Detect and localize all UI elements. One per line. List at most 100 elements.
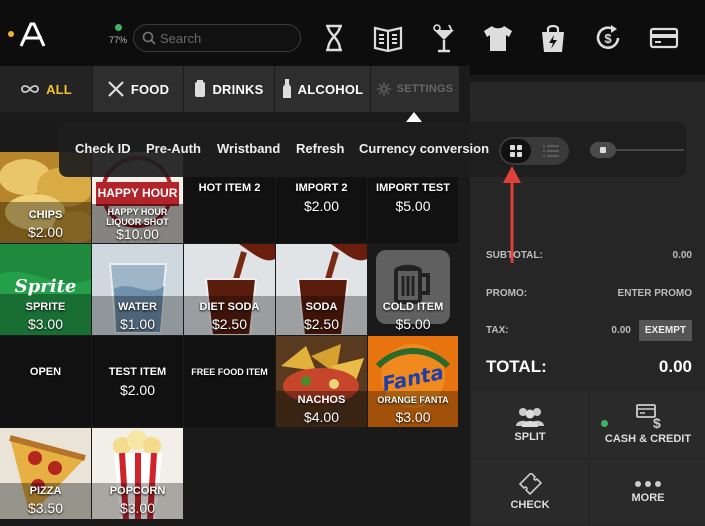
total-label: TOTAL: [486,357,547,376]
search-icon [142,31,156,45]
sprite-logo-text: Sprite [14,276,77,297]
currency-conversion-option[interactable]: Currency conversion [359,141,489,156]
pre-auth-option[interactable]: Pre-Auth [146,141,201,156]
check-label: CHECK [510,499,550,511]
product-price: $5.00 [395,198,431,214]
exempt-button[interactable]: EXEMPT [638,320,692,341]
tab-alcohol[interactable]: ALCOHOL [275,66,370,112]
tab-food[interactable]: FOOD [93,66,183,112]
total-value: 0.00 [658,357,692,376]
product-name: ORANGE FANTA [377,395,449,405]
product-name: NACHOS [297,394,346,406]
popover-caret [406,112,422,122]
battery-dot [115,24,122,31]
product-name: DIET SODA [199,301,260,313]
tax-value: 0.00 [611,325,631,336]
product-name: IMPORT TEST [376,182,450,194]
product-tile[interactable]: TEST ITEM $2.00 [92,336,183,427]
dollar-refresh-icon[interactable]: $ [590,20,626,56]
tax-label: TAX: [486,325,509,336]
product-name: SPRITE [25,301,66,313]
enter-promo-button[interactable]: ENTER PROMO [618,288,692,299]
view-toggle[interactable] [499,137,569,165]
grid-icon [510,145,522,157]
wristband-option[interactable]: Wristband [217,141,280,156]
product-price: $2.00 [303,198,340,214]
product-name: TEST ITEM [108,366,167,378]
product-name: WATER [118,301,157,313]
subtotal-value: 0.00 [672,250,692,261]
cash-credit-label: CASH & CREDIT [604,433,692,445]
promo-row: PROMO: ENTER PROMO [486,288,692,299]
tax-row: TAX: 0.00 EXEMPT [486,320,692,341]
total-row: TOTAL: 0.00 [486,357,692,377]
check-id-option[interactable]: Check ID [75,141,131,156]
tab-drinks[interactable]: DRINKS [184,66,274,112]
product-tile[interactable]: COLD ITEM $5.00 [368,244,458,335]
cocktail-icon[interactable] [426,20,462,56]
product-price: $2.00 [27,224,64,240]
product-tile[interactable]: FREE FOOD ITEM [184,336,275,427]
product-tile[interactable]: Fanta ORANGE FANTA $3.00 [368,336,458,427]
product-tile[interactable]: OPEN [0,336,91,427]
search-box[interactable] [133,24,301,52]
product-price: $2.50 [303,316,340,332]
product-name: HOT ITEM 2 [198,182,261,194]
tab-all-label: ALL [46,81,72,97]
svg-text:$: $ [653,415,661,429]
search-input[interactable] [160,28,295,48]
list-view-button[interactable] [537,139,565,163]
tab-food-label: FOOD [130,81,170,97]
split-label: SPLIT [514,431,546,443]
card-icon[interactable] [646,20,682,56]
product-price: $4.00 [303,409,340,425]
promo-label: PROMO: [486,288,528,299]
product-tile[interactable]: DIET SODA $2.50 [184,244,275,335]
happy-hour-logo-text: HAPPY HOUR [97,186,178,200]
status-dot [8,31,14,37]
more-button[interactable]: MORE [590,459,705,525]
bag-icon[interactable] [535,20,571,56]
product-price: $3.00 [27,316,64,332]
product-tile[interactable]: SODA $2.50 [276,244,367,335]
cash-card-icon: $ [636,404,661,429]
product-name: IMPORT 2 [295,182,348,194]
hourglass-icon[interactable] [316,20,352,56]
utensils-icon [108,81,124,97]
product-name: COLD ITEM [382,301,444,313]
product-name: CHIPS [28,209,63,221]
split-button[interactable]: SPLIT [472,391,588,457]
check-button[interactable]: CHECK [472,459,588,525]
product-price: $3.00 [395,409,431,425]
app-logo[interactable] [8,22,48,52]
tab-all[interactable]: ALL [0,66,92,112]
ticket-icon [518,473,543,495]
tab-drinks-label: DRINKS [212,81,264,97]
tshirt-icon[interactable] [480,20,516,56]
book-icon[interactable] [370,20,406,56]
tab-settings[interactable]: SETTINGS [371,66,459,112]
gear-icon [376,82,391,96]
tile-size-slider[interactable] [588,140,684,160]
battery-indicator: 77% [108,24,134,50]
slider-thumb[interactable] [590,142,616,158]
product-tile[interactable]: Sprite SPRITE $3.00 [0,244,91,335]
bottle-icon [282,79,291,98]
product-tile[interactable]: PIZZA $3.50 [0,428,91,519]
product-tile[interactable]: WATER $1.00 [92,244,183,335]
grid-view-button[interactable] [501,139,531,163]
product-price: $2.50 [211,316,248,332]
more-dots-icon [635,481,661,487]
cash-status-dot [601,420,608,427]
product-name: FREE FOOD ITEM [191,367,268,377]
refresh-option[interactable]: Refresh [296,141,344,156]
product-name: PIZZA [29,485,62,497]
product-name: SODA [305,301,338,313]
product-price: $10.00 [116,226,159,242]
list-icon [543,145,559,157]
product-tile[interactable]: NACHOS $4.00 [276,336,367,427]
product-tile[interactable]: POPCORN $3.00 [92,428,183,519]
product-price: $1.00 [119,316,156,332]
top-bar: 77% $ [0,0,705,75]
product-name: OPEN [29,366,62,378]
